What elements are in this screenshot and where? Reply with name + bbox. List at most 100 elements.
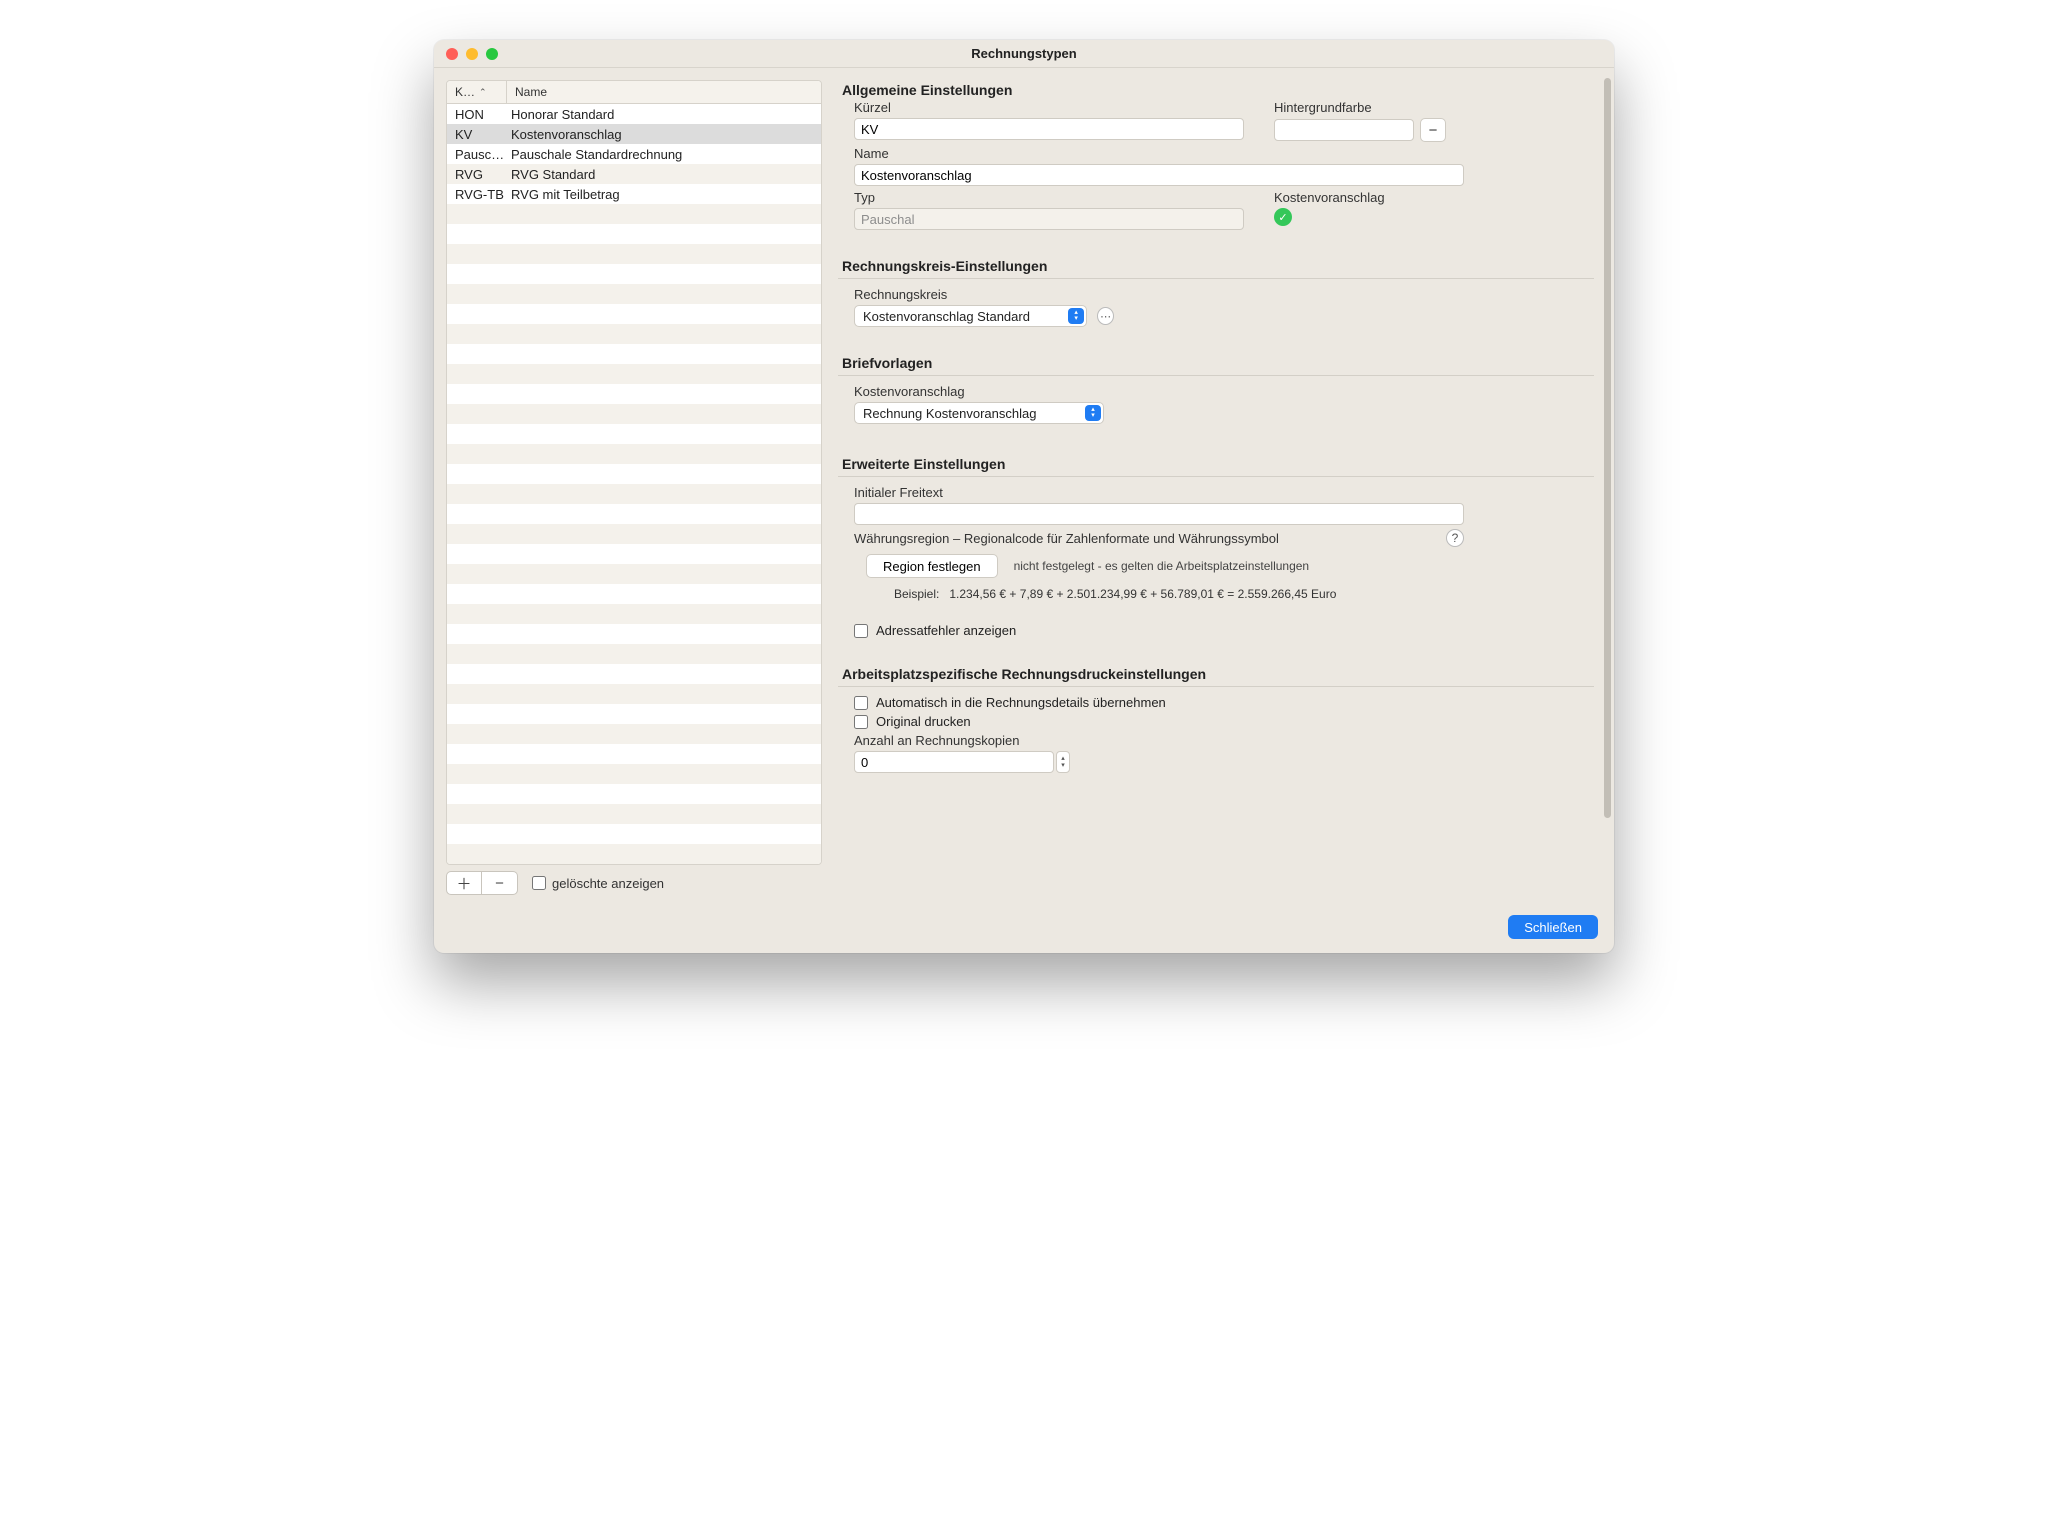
brief-label: Kostenvoranschlag <box>854 384 1114 399</box>
print-original-label: Original drucken <box>876 714 971 729</box>
table-row <box>447 584 821 604</box>
typ-value: Pauschal <box>854 208 1244 230</box>
table-row <box>447 844 821 864</box>
close-window-button[interactable] <box>446 48 458 60</box>
section-brief-title: Briefvorlagen <box>838 355 1594 376</box>
brief-select-value: Rechnung Kostenvoranschlag <box>863 406 1036 421</box>
freetext-label: Initialer Freitext <box>854 485 1464 500</box>
cell-kurz: RVG <box>447 167 507 182</box>
copies-input[interactable] <box>854 751 1054 773</box>
copies-stepper[interactable]: ▴▾ <box>854 751 1070 773</box>
minimize-window-button[interactable] <box>466 48 478 60</box>
table-row <box>447 484 821 504</box>
table-row <box>447 664 821 684</box>
table-row <box>447 304 821 324</box>
table-row <box>447 804 821 824</box>
name-input[interactable] <box>854 164 1464 186</box>
stepper-arrows-icon[interactable]: ▴▾ <box>1056 751 1070 773</box>
table-row <box>447 404 821 424</box>
list-header: K… ⌃ Name <box>447 81 821 104</box>
add-button[interactable]: ＋ <box>446 871 482 895</box>
region-example: Beispiel: 1.234,56 € + 7,89 € + 2.501.23… <box>894 587 1464 601</box>
show-deleted-checkbox[interactable]: gelöschte anzeigen <box>532 876 664 891</box>
kreis-more-button[interactable]: ⋯ <box>1097 307 1114 325</box>
kuerzel-input[interactable] <box>854 118 1244 140</box>
table-row <box>447 244 821 264</box>
cell-kurz: RVG-TB <box>447 187 507 202</box>
section-advanced-title: Erweiterte Einstellungen <box>838 456 1594 477</box>
table-row[interactable]: RVG-TBRVG mit Teilbetrag <box>447 184 821 204</box>
window: Rechnungstypen K… ⌃ Name HONHonorar Stan… <box>434 40 1614 953</box>
region-example-value: 1.234,56 € + 7,89 € + 2.501.234,99 € + 5… <box>949 587 1336 601</box>
cell-kurz: Pausc… <box>447 147 507 162</box>
table-row <box>447 824 821 844</box>
auto-details-checkbox[interactable] <box>854 696 868 710</box>
region-set-button[interactable]: Region festlegen <box>866 554 998 578</box>
kv-indicator: ✓ <box>1274 208 1464 226</box>
copies-label: Anzahl an Rechnungskopien <box>854 733 1070 748</box>
table-row[interactable]: HONHonorar Standard <box>447 104 821 124</box>
cell-name: RVG Standard <box>507 167 821 182</box>
section-kreis-title: Rechnungskreis-Einstellungen <box>838 258 1594 279</box>
show-deleted-input[interactable] <box>532 876 546 890</box>
list-body: HONHonorar StandardKVKostenvoranschlagPa… <box>447 104 821 864</box>
section-general-title: Allgemeine Einstellungen <box>838 82 1594 98</box>
show-deleted-label: gelöschte anzeigen <box>552 876 664 891</box>
list-toolbar: ＋ − gelöschte anzeigen <box>446 871 822 895</box>
addr-errors-checkbox[interactable] <box>854 624 868 638</box>
table-row <box>447 604 821 624</box>
table-row[interactable]: KVKostenvoranschlag <box>447 124 821 144</box>
window-title: Rechnungstypen <box>971 46 1076 61</box>
cell-kurz: KV <box>447 127 507 142</box>
table-row <box>447 284 821 304</box>
region-label: Währungsregion – Regionalcode für Zahlen… <box>854 531 1279 546</box>
table-row <box>447 224 821 244</box>
column-header-name[interactable]: Name <box>507 81 821 103</box>
kreis-select[interactable]: Kostenvoranschlag Standard ▴▾ <box>854 305 1087 327</box>
check-icon: ✓ <box>1274 208 1292 226</box>
freetext-input[interactable] <box>854 503 1464 525</box>
sidebar: K… ⌃ Name HONHonorar StandardKVKostenvor… <box>434 68 834 907</box>
table-row <box>447 524 821 544</box>
print-original-checkbox[interactable] <box>854 715 868 729</box>
table-row <box>447 764 821 784</box>
column-header-name-label: Name <box>515 85 547 99</box>
auto-details-label: Automatisch in die Rechnungsdetails über… <box>876 695 1166 710</box>
table-row <box>447 724 821 744</box>
kreis-label: Rechnungskreis <box>854 287 1114 302</box>
table-row <box>447 324 821 344</box>
table-row[interactable]: Pausc…Pauschale Standardrechnung <box>447 144 821 164</box>
zoom-window-button[interactable] <box>486 48 498 60</box>
type-list: K… ⌃ Name HONHonorar StandardKVKostenvor… <box>446 80 822 865</box>
kv-indicator-label: Kostenvoranschlag <box>1274 190 1464 205</box>
kuerzel-label: Kürzel <box>854 100 1244 115</box>
section-print-title: Arbeitsplatzspezifische Rechnungsdruckei… <box>838 666 1594 687</box>
bgcolor-clear-button[interactable]: − <box>1420 118 1446 142</box>
table-row <box>447 544 821 564</box>
bgcolor-input[interactable] <box>1274 119 1414 141</box>
table-row <box>447 624 821 644</box>
table-row <box>447 464 821 484</box>
table-row <box>447 744 821 764</box>
cell-name: Pauschale Standardrechnung <box>507 147 821 162</box>
brief-select[interactable]: Rechnung Kostenvoranschlag ▴▾ <box>854 402 1104 424</box>
table-row <box>447 424 821 444</box>
table-row <box>447 364 821 384</box>
sort-asc-icon: ⌃ <box>479 87 487 98</box>
scrollbar[interactable] <box>1604 78 1611 818</box>
bgcolor-label: Hintergrundfarbe <box>1274 100 1464 115</box>
region-example-label: Beispiel: <box>894 587 939 601</box>
table-row[interactable]: RVGRVG Standard <box>447 164 821 184</box>
table-row <box>447 784 821 804</box>
help-button[interactable]: ? <box>1446 529 1464 547</box>
cell-name: Honorar Standard <box>507 107 821 122</box>
name-label: Name <box>854 146 1464 161</box>
table-row <box>447 344 821 364</box>
column-header-kurz[interactable]: K… ⌃ <box>447 81 507 103</box>
table-row <box>447 704 821 724</box>
remove-button[interactable]: − <box>482 871 518 895</box>
kreis-select-value: Kostenvoranschlag Standard <box>863 309 1030 324</box>
close-button[interactable]: Schließen <box>1508 915 1598 939</box>
cell-kurz: HON <box>447 107 507 122</box>
table-row <box>447 384 821 404</box>
